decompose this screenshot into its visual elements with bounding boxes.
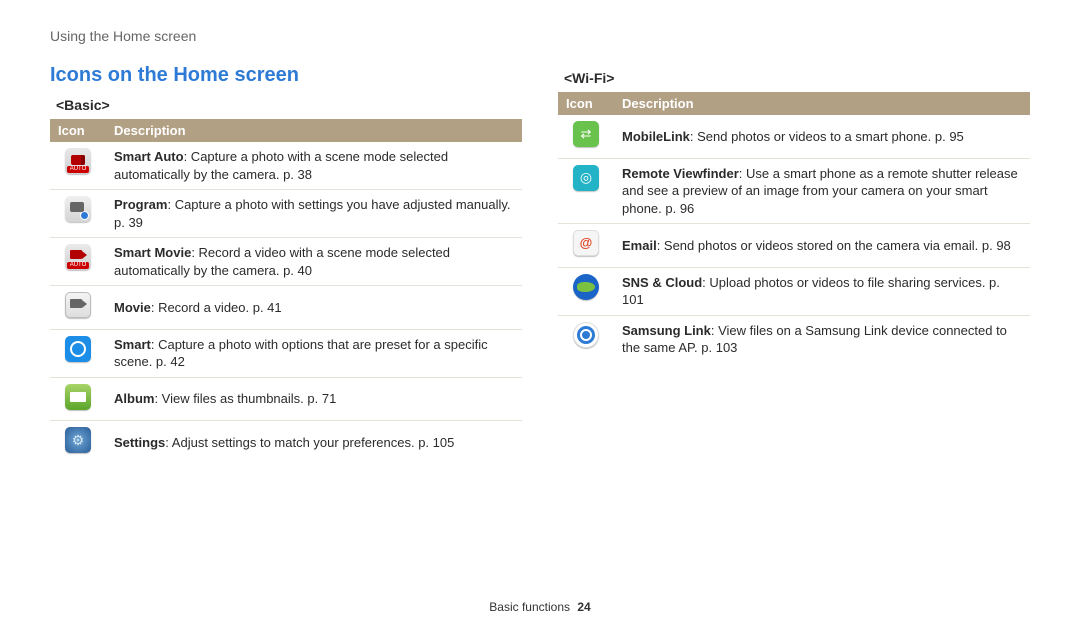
desc-cell: MobileLink: Send photos or videos to a s…	[614, 115, 1030, 158]
table-row: Remote Viewfinder: Use a smart phone as …	[558, 158, 1030, 224]
th-description: Description	[106, 119, 522, 142]
desc-cell: Album: View files as thumbnails. p. 71	[106, 377, 522, 421]
th-icon: Icon	[558, 92, 614, 115]
desc-cell: SNS & Cloud: Upload photos or videos to …	[614, 267, 1030, 315]
sns-cloud-icon	[573, 274, 599, 300]
left-column: Icons on the Home screen <Basic> Icon De…	[50, 64, 522, 464]
settings-icon	[65, 427, 91, 453]
table-row: Album: View files as thumbnails. p. 71	[50, 377, 522, 421]
breadcrumb: Using the Home screen	[50, 28, 1030, 44]
desc-cell: Remote Viewfinder: Use a smart phone as …	[614, 158, 1030, 224]
program-icon	[65, 196, 91, 222]
desc-cell: Samsung Link: View files on a Samsung Li…	[614, 315, 1030, 363]
table-row: MobileLink: Send photos or videos to a s…	[558, 115, 1030, 158]
samsung-link-icon	[573, 322, 599, 348]
table-row: Smart Auto: Capture a photo with a scene…	[50, 142, 522, 190]
page: Using the Home screen Icons on the Home …	[0, 0, 1080, 630]
subheading-wifi: <Wi-Fi>	[564, 70, 1030, 86]
table-row: Smart Movie: Record a video with a scene…	[50, 238, 522, 286]
table-row: Email: Send photos or videos stored on t…	[558, 224, 1030, 268]
table-row: Samsung Link: View files on a Samsung Li…	[558, 315, 1030, 363]
desc-cell: Smart Movie: Record a video with a scene…	[106, 238, 522, 286]
table-row: Smart: Capture a photo with options that…	[50, 329, 522, 377]
table-row: Movie: Record a video. p. 41	[50, 286, 522, 330]
right-column: <Wi-Fi> Icon Description MobileLink: Sen…	[558, 64, 1030, 464]
album-icon	[65, 384, 91, 410]
table-row: Settings: Adjust settings to match your …	[50, 421, 522, 464]
desc-cell: Email: Send photos or videos stored on t…	[614, 224, 1030, 268]
remote-viewfinder-icon	[573, 165, 599, 191]
desc-cell: Settings: Adjust settings to match your …	[106, 421, 522, 464]
footer-section: Basic functions	[489, 600, 570, 614]
basic-table: Icon Description Smart Auto: Capture a p…	[50, 119, 522, 464]
section-title: Icons on the Home screen	[50, 64, 522, 87]
desc-cell: Smart: Capture a photo with options that…	[106, 329, 522, 377]
footer: Basic functions 24	[0, 600, 1080, 614]
table-row: Program: Capture a photo with settings y…	[50, 190, 522, 238]
mobilelink-icon	[573, 121, 599, 147]
content-columns: Icons on the Home screen <Basic> Icon De…	[50, 64, 1030, 464]
smart-movie-icon	[65, 244, 91, 270]
smart-auto-icon	[65, 148, 91, 174]
desc-cell: Movie: Record a video. p. 41	[106, 286, 522, 330]
th-icon: Icon	[50, 119, 106, 142]
email-icon	[573, 230, 599, 256]
wifi-table: Icon Description MobileLink: Send photos…	[558, 92, 1030, 363]
subheading-basic: <Basic>	[56, 97, 522, 113]
th-description: Description	[614, 92, 1030, 115]
smart-icon	[65, 336, 91, 362]
table-row: SNS & Cloud: Upload photos or videos to …	[558, 267, 1030, 315]
page-number: 24	[577, 600, 590, 614]
desc-cell: Smart Auto: Capture a photo with a scene…	[106, 142, 522, 190]
desc-cell: Program: Capture a photo with settings y…	[106, 190, 522, 238]
movie-icon	[65, 292, 91, 318]
